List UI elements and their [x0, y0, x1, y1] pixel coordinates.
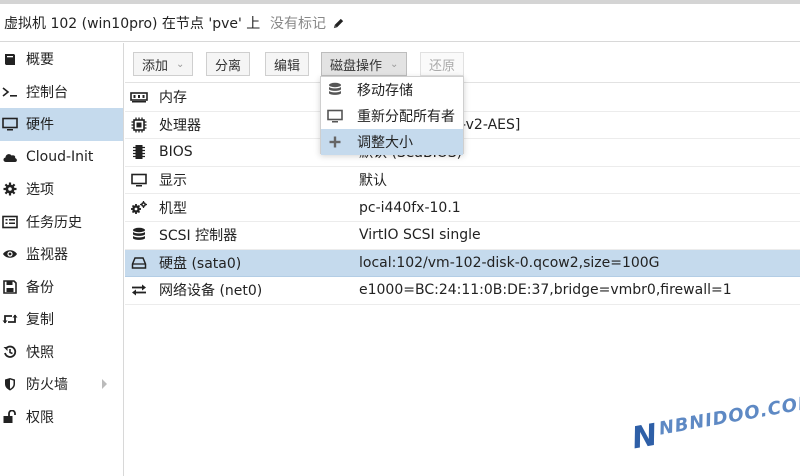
sidebar-item-options[interactable]: 选项 — [0, 173, 123, 206]
cpu-icon — [129, 115, 149, 135]
tags-label: 没有标记 — [270, 16, 326, 32]
book-icon — [0, 49, 20, 69]
sidebar-item-label: 备份 — [26, 279, 54, 296]
tags-area[interactable]: 没有标记 — [270, 13, 345, 33]
disk-action-menu: 移动存储 重新分配所有者 调整大小 — [320, 76, 464, 155]
sidebar-item-summary[interactable]: 概要 — [0, 43, 123, 76]
sidebar-item-label: 概要 — [26, 52, 54, 69]
revert-button-label: 还原 — [429, 58, 456, 74]
desktop-icon — [325, 106, 345, 126]
sidebar-item-label: 监视器 — [26, 247, 68, 264]
edit-button-label: 编辑 — [274, 58, 301, 74]
add-button-label: 添加 — [142, 58, 169, 74]
row-key: 处理器 — [159, 117, 201, 134]
table-row[interactable]: 显示 默认 — [125, 167, 800, 195]
sidebar-item-backup[interactable]: 备份 — [0, 271, 123, 304]
sidebar-item-hardware[interactable]: 硬件 — [0, 108, 123, 141]
row-key: 内存 — [159, 90, 187, 107]
menu-item-move-storage[interactable]: 移动存储 — [321, 77, 463, 103]
sidebar: 概要 控制台 硬件 Cloud-Init 选项 任务历史 监视器 备份 复制 快… — [0, 43, 124, 476]
row-value: VirtIO SCSI single — [359, 227, 481, 244]
row-value: local:102/vm-102-disk-0.qcow2,size=100G — [359, 254, 660, 271]
sidebar-item-snapshots[interactable]: 快照 — [0, 336, 123, 369]
eye-icon — [0, 244, 20, 264]
disk-action-button-label: 磁盘操作 — [330, 58, 383, 74]
sidebar-item-label: 选项 — [26, 182, 54, 199]
title-bar: 虚拟机 102 (win10pro) 在节点 'pve' 上 没有标记 — [0, 4, 800, 42]
gear-icon — [0, 179, 20, 199]
cloud-icon — [0, 147, 20, 167]
row-key: 网络设备 (net0) — [159, 283, 263, 300]
table-row[interactable]: 硬盘 (sata0) local:102/vm-102-disk-0.qcow2… — [125, 249, 800, 278]
sidebar-item-cloud-init[interactable]: Cloud-Init — [0, 141, 123, 174]
chevron-down-icon: ⌄ — [390, 58, 399, 70]
plus-icon — [325, 132, 345, 152]
retweet-icon — [0, 309, 20, 329]
sidebar-item-firewall[interactable]: 防火墙 — [0, 368, 123, 401]
sidebar-item-console[interactable]: 控制台 — [0, 76, 123, 109]
detach-button[interactable]: 分离 — [206, 52, 251, 76]
history-icon — [0, 342, 20, 362]
memory-icon — [129, 87, 149, 107]
sidebar-item-task-history[interactable]: 任务历史 — [0, 206, 123, 239]
row-key: SCSI 控制器 — [159, 228, 238, 245]
sidebar-item-label: 快照 — [26, 344, 54, 361]
menu-item-label: 重新分配所有者 — [357, 109, 455, 125]
monitor-icon — [0, 114, 20, 134]
sidebar-item-label: 硬件 — [26, 117, 54, 134]
sidebar-item-replication[interactable]: 复制 — [0, 303, 123, 336]
sidebar-item-label: 控制台 — [26, 84, 68, 101]
cogs-icon — [129, 198, 149, 218]
desktop-icon — [129, 170, 149, 190]
detach-button-label: 分离 — [215, 58, 242, 74]
row-key: 硬盘 (sata0) — [159, 255, 242, 272]
row-key: 显示 — [159, 173, 187, 190]
pencil-icon[interactable] — [332, 17, 345, 30]
shield-icon — [0, 374, 20, 394]
floppy-icon — [0, 277, 20, 297]
exchange-icon — [129, 280, 149, 300]
sidebar-item-permissions[interactable]: 权限 — [0, 401, 123, 434]
menu-item-label: 移动存储 — [357, 83, 413, 99]
row-value: pc-i440fx-10.1 — [359, 199, 461, 216]
database-icon — [129, 225, 149, 245]
table-row[interactable]: 网络设备 (net0) e1000=BC:24:11:0B:DE:37,brid… — [125, 277, 800, 305]
row-value: 默认 — [359, 173, 387, 190]
sidebar-item-label: 权限 — [26, 409, 54, 426]
terminal-icon — [0, 82, 20, 102]
disk-action-button[interactable]: 磁盘操作 ⌄ — [321, 52, 408, 76]
sidebar-item-label: Cloud-Init — [26, 148, 94, 165]
sidebar-item-label: 复制 — [26, 312, 54, 329]
row-key: BIOS — [159, 144, 193, 161]
edit-button[interactable]: 编辑 — [265, 52, 310, 76]
unlock-icon — [0, 407, 20, 427]
sidebar-item-label: 任务历史 — [26, 214, 82, 231]
row-key: 机型 — [159, 200, 187, 217]
table-row[interactable]: 机型 pc-i440fx-10.1 — [125, 194, 800, 222]
page-title: 虚拟机 102 (win10pro) 在节点 'pve' 上 — [4, 16, 261, 32]
list-icon — [0, 212, 20, 232]
database-icon — [325, 80, 345, 100]
revert-button[interactable]: 还原 — [420, 52, 465, 76]
chevron-down-icon: ⌄ — [176, 58, 185, 70]
table-row[interactable]: SCSI 控制器 VirtIO SCSI single — [125, 222, 800, 250]
menu-item-label: 调整大小 — [357, 135, 413, 151]
row-value: e1000=BC:24:11:0B:DE:37,bridge=vmbr0,fir… — [359, 282, 732, 299]
add-button[interactable]: 添加 ⌄ — [133, 52, 194, 76]
menu-item-reassign-owner[interactable]: 重新分配所有者 — [321, 103, 463, 129]
sidebar-item-label: 防火墙 — [26, 377, 68, 394]
hdd-icon — [129, 253, 149, 273]
menu-item-resize[interactable]: 调整大小 — [321, 129, 463, 155]
sidebar-item-monitor[interactable]: 监视器 — [0, 238, 123, 271]
microchip-icon — [129, 142, 149, 162]
chevron-right-icon[interactable] — [102, 379, 107, 389]
